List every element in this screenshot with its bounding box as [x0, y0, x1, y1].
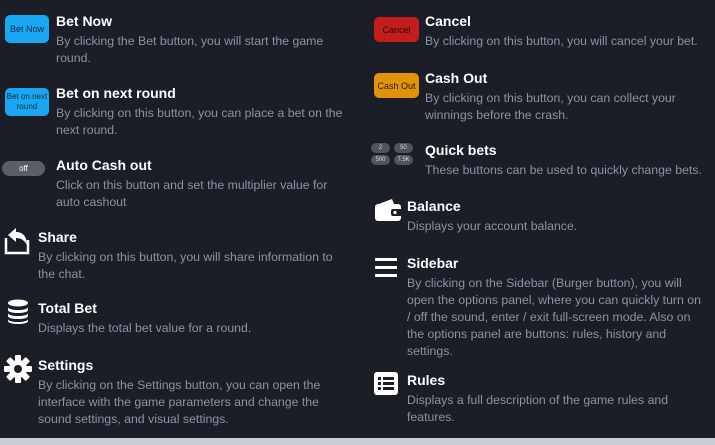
bet-next-round-title: Bet on next round	[56, 85, 176, 101]
balance-title: Balance	[407, 198, 461, 214]
rules-title: Rules	[407, 372, 446, 388]
sidebar-entry: Sidebar By clicking on the Sidebar (Burg…	[407, 255, 707, 360]
total-bet-title: Total Bet	[38, 300, 97, 316]
cancel-title: Cancel	[425, 13, 471, 29]
cancel-desc: By clicking on this button, you will can…	[425, 34, 698, 48]
cash-out-desc: By clicking on this button, you can coll…	[425, 91, 676, 122]
share-desc: By clicking on this button, you will sha…	[38, 250, 333, 281]
coins-stack-icon	[8, 299, 28, 324]
quick-bet-chip[interactable]: 50	[394, 143, 413, 153]
balance-desc: Displays your account balance.	[407, 219, 578, 233]
quick-bet-chip[interactable]: 7.5K	[394, 155, 413, 165]
bet-next-round-entry: Bet on next round By clicking on this bu…	[56, 85, 346, 139]
quick-bet-chip[interactable]: 2	[371, 143, 390, 153]
balance-entry: Balance Displays your account balance.	[407, 198, 707, 235]
bet-next-round-button[interactable]: Bet on next round	[5, 88, 49, 116]
bet-now-entry: Bet Now By clicking the Bet button, you …	[56, 13, 346, 67]
settings-title: Settings	[38, 357, 94, 373]
quick-bets-desc: These buttons can be used to quickly cha…	[425, 163, 702, 177]
settings-desc: By clicking on the Settings button, you …	[38, 378, 321, 426]
auto-cashout-desc: Click on this button and set the multipl…	[56, 178, 328, 209]
bet-now-title: Bet Now	[56, 13, 112, 29]
sidebar-title: Sidebar	[407, 255, 459, 271]
share-entry: Share By clicking on this button, you wi…	[38, 229, 338, 283]
share-title: Share	[38, 229, 77, 245]
cash-out-entry: Cash Out By clicking on this button, you…	[425, 70, 705, 124]
auto-cashout-entry: Auto Cash out Click on this button and s…	[56, 157, 346, 211]
cancel-button[interactable]: Cancel	[374, 17, 419, 42]
quick-bet-chip[interactable]: 500	[371, 155, 390, 165]
bottom-edge-strip	[0, 438, 715, 445]
cash-out-title: Cash Out	[425, 70, 488, 86]
rules-entry: Rules Displays a full description of the…	[407, 372, 697, 426]
wallet-icon	[375, 199, 402, 221]
total-bet-desc: Displays the total bet value for a round…	[38, 321, 252, 335]
bet-now-button[interactable]: Bet Now	[5, 15, 49, 43]
bet-next-round-desc: By clicking on this button, you can plac…	[56, 106, 343, 137]
auto-cashout-title: Auto Cash out	[56, 157, 152, 173]
settings-entry: Settings By clicking on the Settings but…	[38, 357, 338, 428]
cancel-entry: Cancel By clicking on this button, you w…	[425, 13, 715, 50]
quick-bets-entry: Quick bets These buttons can be used to …	[425, 142, 710, 179]
bet-now-desc: By clicking the Bet button, you will sta…	[56, 34, 324, 65]
burger-menu-icon[interactable]	[375, 258, 397, 277]
rules-list-icon[interactable]	[374, 372, 398, 395]
quick-bets-title: Quick bets	[425, 142, 497, 158]
auto-cashout-toggle[interactable]: off	[2, 161, 45, 176]
total-bet-entry: Total Bet Displays the total bet value f…	[38, 300, 338, 337]
sidebar-desc: By clicking on the Sidebar (Burger butto…	[407, 276, 701, 358]
cash-out-button[interactable]: Cash Out	[374, 73, 419, 98]
rules-desc: Displays a full description of the game …	[407, 393, 669, 424]
share-icon[interactable]	[3, 226, 31, 256]
gear-icon[interactable]	[4, 355, 32, 383]
